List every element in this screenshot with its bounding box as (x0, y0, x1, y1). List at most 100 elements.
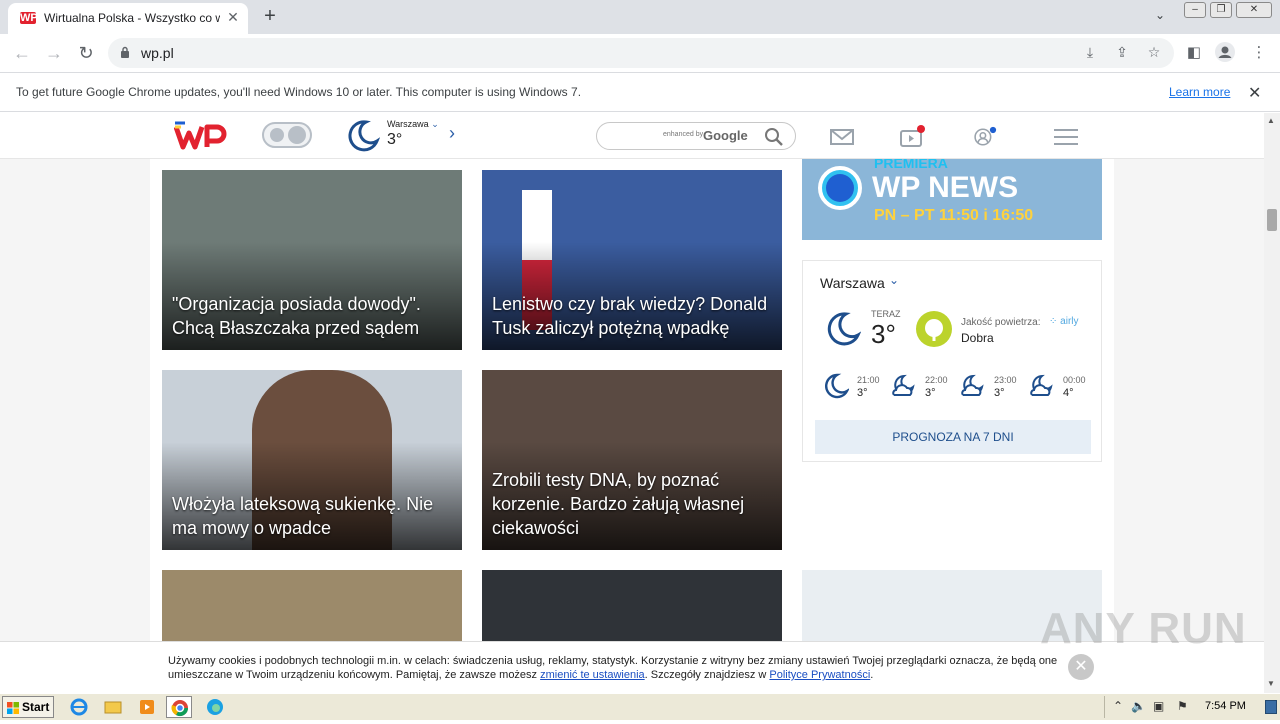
new-tab-button[interactable]: + (258, 5, 282, 29)
moon-icon (348, 120, 380, 152)
premiere-label: PREMIERA (874, 159, 948, 171)
side-panel-icon[interactable]: ◧ (1183, 42, 1205, 64)
tab-close-icon[interactable]: ✕ (224, 8, 242, 26)
reload-icon[interactable]: ↻ (72, 39, 100, 67)
forecast-temp: 3° (925, 387, 936, 399)
browser-tab[interactable]: WP Wirtualna Polska - Wszystko co waż ✕ (8, 3, 248, 34)
air-quality-value: Dobra (961, 331, 994, 345)
cookie-close-icon[interactable]: ✕ (1068, 654, 1094, 680)
forecast-temp: 3° (994, 387, 1005, 399)
lock-icon (121, 46, 129, 58)
news-tile[interactable]: Zrobili testy DNA, by poznać korzenie. B… (482, 370, 782, 550)
air-quality-label: Jakość powietrza: (961, 317, 1041, 328)
chevron-down-icon[interactable]: ⌄ (889, 273, 899, 287)
infobar-close-icon[interactable]: ✕ (1248, 83, 1261, 103)
forecast-time: 23:00 (994, 375, 1017, 385)
forecast-item: 23:00 3° (958, 373, 1024, 405)
news-tile[interactable]: Włożyła lateksową sukienkę. Nie ma mowy … (162, 370, 462, 550)
forecast-time: 22:00 (925, 375, 948, 385)
profile-avatar-icon[interactable] (1214, 42, 1236, 64)
privacy-policy-link[interactable]: Polityce Prywatności (769, 669, 870, 681)
news-headline[interactable]: Zrobili testy DNA, by poznać korzenie. B… (492, 468, 772, 540)
watermark-logo: ANY RUN (1040, 604, 1247, 653)
search-icon[interactable] (763, 126, 785, 148)
share-icon[interactable]: ⇪ (1112, 44, 1132, 62)
scroll-up-icon[interactable]: ▲ (1267, 116, 1275, 125)
tab-search-icon[interactable]: ⌄ (1150, 8, 1170, 26)
forecast-time: 00:00 (1063, 375, 1086, 385)
dark-mode-toggle[interactable] (262, 122, 312, 148)
window-close-button[interactable]: ✕ (1236, 2, 1272, 18)
address-bar[interactable]: wp.pl ⤓ ⇪ ☆ (108, 38, 1174, 68)
forecast-item: 00:00 4° (1027, 373, 1093, 405)
chevron-right-icon[interactable]: › (449, 123, 455, 144)
user-account-icon[interactable] (972, 123, 1000, 151)
web-page: Warszawa ⌄ 3° › enhanced by Google "Orga… (0, 113, 1264, 693)
moon-icon (827, 312, 861, 346)
cloudy-night-icon (892, 374, 915, 396)
wp-logo[interactable] (174, 119, 230, 151)
forecast-temp: 3° (857, 387, 868, 399)
start-button[interactable]: Start (2, 696, 54, 718)
update-infobar: To get future Google Chrome updates, you… (0, 72, 1280, 112)
taskbar-clock[interactable]: 7:54 PM (1205, 700, 1246, 712)
cloudy-night-icon (961, 374, 984, 396)
bookmark-star-icon[interactable]: ☆ (1144, 44, 1164, 62)
weather-widget: Warszawa ⌄ TERAZ 3° Jakość powietrza: Do… (802, 260, 1102, 462)
restore-button[interactable]: ❐ (1210, 2, 1232, 18)
forward-arrow-icon[interactable]: → (40, 39, 68, 67)
current-temp: 3° (871, 319, 896, 349)
install-app-icon[interactable]: ⤓ (1080, 44, 1100, 62)
internet-explorer-icon[interactable] (66, 696, 92, 718)
news-headline[interactable]: Lenistwo czy brak wiedzy? Donald Tusk za… (492, 292, 772, 340)
wp-news-hours: PN – PT 11:50 i 16:50 (874, 207, 1034, 224)
mail-icon[interactable] (828, 123, 856, 151)
system-tray: ⌃ 🔈 ▣ ⚑ 7:54 PM (1104, 696, 1278, 718)
chrome-menu-icon[interactable]: ⋮ (1248, 42, 1270, 64)
scrollbar-thumb[interactable] (1267, 209, 1277, 231)
header-weather-city[interactable]: Warszawa ⌄ (387, 119, 439, 130)
infobar-message: To get future Google Chrome updates, you… (16, 85, 582, 99)
cloudy-night-icon (1030, 374, 1053, 396)
news-tile[interactable]: "Organizacja posiada dowody". Chcą Błasz… (162, 170, 462, 350)
chrome-taskbar-icon[interactable] (166, 696, 192, 718)
windows-taskbar: Start ⌃ 🔈 ▣ ⚑ 7:54 PM (0, 693, 1280, 720)
wp-header: Warszawa ⌄ 3° › enhanced by Google (0, 113, 1264, 159)
now-label: TERAZ (871, 309, 901, 319)
back-arrow-icon[interactable]: ← (8, 39, 36, 67)
minimize-button[interactable]: – (1184, 2, 1206, 18)
cookie-text: Używamy cookies i podobnych technologii … (168, 655, 1058, 681)
wp-news-logo-inner (826, 174, 854, 202)
volume-icon[interactable]: 🔈 (1131, 699, 1146, 713)
show-desktop-button[interactable] (1265, 700, 1277, 714)
wp-favicon-icon: WP (20, 12, 38, 24)
action-center-flag-icon[interactable]: ⚑ (1177, 699, 1188, 713)
wp-news-banner[interactable]: PREMIERA WP NEWS PN – PT 11:50 i 16:50 (802, 159, 1102, 240)
news-headline[interactable]: "Organizacja posiada dowody". Chcą Błasz… (172, 292, 452, 340)
edge-icon[interactable] (202, 696, 228, 718)
weather-city-select[interactable]: Warszawa (820, 275, 885, 291)
cookie-settings-link[interactable]: zmienić te ustawienia (540, 669, 645, 681)
hamburger-menu-icon[interactable] (1052, 123, 1080, 151)
forecast-temp: 4° (1063, 387, 1074, 399)
start-label: Start (22, 700, 50, 714)
forecast-time: 21:00 (857, 375, 880, 385)
vertical-scrollbar[interactable]: ▲ ▼ (1264, 113, 1280, 693)
toggle-moon-icon (270, 128, 284, 142)
network-icon[interactable]: ▣ (1153, 699, 1164, 713)
seven-day-forecast-button[interactable]: PROGNOZA NA 7 DNI (815, 420, 1091, 454)
learn-more-link[interactable]: Learn more (1169, 85, 1230, 99)
header-weather-temp: 3° (387, 131, 403, 148)
video-icon[interactable] (898, 123, 926, 151)
wp-news-title: WP NEWS (872, 171, 1019, 204)
tab-strip: WP Wirtualna Polska - Wszystko co waż ✕ … (0, 0, 1280, 34)
url-text: wp.pl (141, 45, 174, 61)
news-tile[interactable]: Lenistwo czy brak wiedzy? Donald Tusk za… (482, 170, 782, 350)
airly-logo: ⁘ airly (1049, 316, 1079, 327)
search-input[interactable]: enhanced by Google (596, 122, 796, 150)
show-hidden-icons-icon[interactable]: ⌃ (1113, 699, 1123, 713)
media-player-icon[interactable] (134, 696, 160, 718)
scroll-down-icon[interactable]: ▼ (1267, 679, 1275, 688)
file-explorer-icon[interactable] (100, 696, 126, 718)
news-headline[interactable]: Włożyła lateksową sukienkę. Nie ma mowy … (172, 492, 452, 540)
